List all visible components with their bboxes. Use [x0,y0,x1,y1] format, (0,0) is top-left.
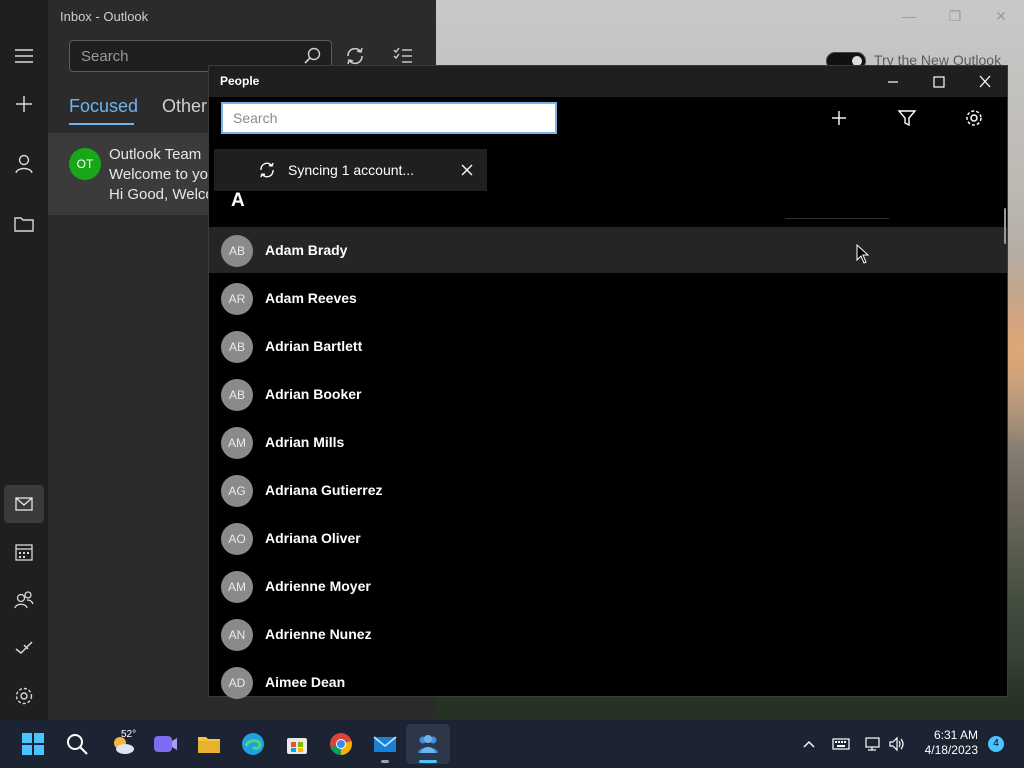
outlook-search-placeholder: Search [81,48,129,65]
avatar: OT [69,148,101,180]
teams-chat-icon[interactable] [152,731,178,757]
outlook-restore-icon[interactable]: ❐ [947,8,963,24]
start-windows-icon[interactable] [20,731,46,757]
mail-app-icon[interactable] [372,731,398,757]
filter-icon[interactable] [895,106,919,130]
edge-browser-icon[interactable] [240,731,266,757]
mouse-cursor-icon [856,244,870,264]
people-active-indicator [419,760,437,763]
contact-list-item[interactable]: AG Adriana Gutierrez [209,467,1007,513]
avatar: AM [221,571,253,603]
settings-gear-icon[interactable] [962,106,986,130]
outlook-minimize-icon[interactable]: — [901,8,917,24]
contact-list-item[interactable]: AR Adam Reeves [209,275,1007,321]
scrollbar[interactable] [1004,208,1006,244]
avatar: AB [221,235,253,267]
clock-time: 6:31 AM [933,728,978,742]
contact-name: Adrian Mills [265,434,345,450]
people-titlebar: People [209,66,1007,97]
settings-gear-icon[interactable] [12,684,36,708]
mail-icon[interactable] [12,492,36,516]
microsoft-store-icon[interactable] [284,731,310,757]
clock-date: 4/18/2023 [924,743,978,757]
search-icon[interactable] [64,731,90,757]
chevron-up-icon[interactable] [800,736,818,752]
contact-list-item[interactable]: AM Adrienne Moyer [209,563,1007,609]
message-sender: Outlook Team [109,146,202,163]
close-icon[interactable] [973,71,997,93]
avatar: AB [221,331,253,363]
contact-name: Adrienne Moyer [265,578,371,594]
contact-list-item[interactable]: AB Adam Brady [209,227,1007,273]
contact-name: Adrian Bartlett [265,338,363,354]
taskbar-clock[interactable]: 6:31 AM 4/18/2023 [912,728,978,758]
message-preview: Hi Good, Welco [109,186,214,203]
chrome-browser-icon[interactable] [328,731,354,757]
contact-name: Adrienne Nunez [265,626,372,642]
network-icon[interactable] [864,736,882,752]
contact-name: Aimee Dean [265,674,346,690]
message-subject: Welcome to yo [109,166,208,183]
section-letter-header: A [231,190,245,211]
notification-count-badge[interactable]: 4 [988,736,1004,752]
tab-other[interactable]: Other [162,96,207,117]
weather-temperature: 52° [121,729,137,740]
sync-status-text: Syncing 1 account... [288,162,415,178]
tab-focused[interactable]: Focused [69,96,138,117]
calendar-icon[interactable] [12,540,36,564]
contact-name: Adriana Gutierrez [265,482,383,498]
people-app-icon[interactable] [415,731,441,757]
account-icon[interactable] [12,152,36,176]
close-icon[interactable] [459,162,475,178]
todo-check-icon[interactable] [12,636,36,660]
contact-name: Adam Brady [265,242,348,258]
avatar: AO [221,523,253,555]
contact-list-item[interactable]: AB Adrian Bartlett [209,323,1007,369]
keyboard-icon[interactable] [832,736,850,752]
outlook-window-title: Inbox - Outlook [60,9,149,24]
contact-list-item[interactable]: AO Adriana Oliver [209,515,1007,561]
minimize-icon[interactable] [881,71,905,93]
avatar: AG [221,475,253,507]
people-window: People Search A AB Adam Brady AR Adam Reeve… [208,65,1008,699]
people-window-title: People [220,74,260,88]
people-icon[interactable] [12,588,36,612]
volume-icon[interactable] [888,736,906,752]
hamburger-menu-icon[interactable] [12,44,36,68]
maximize-icon[interactable] [927,71,951,93]
search-icon[interactable] [303,47,321,65]
select-list-icon[interactable] [392,45,414,67]
new-mail-plus-icon[interactable] [12,92,36,116]
outlook-close-icon[interactable]: ✕ [993,8,1009,24]
contact-list-item[interactable]: AB Adrian Booker [209,371,1007,417]
sync-status-toast: Syncing 1 account... [214,149,487,191]
sync-icon[interactable] [344,45,366,67]
folder-icon[interactable] [12,212,36,236]
file-explorer-icon[interactable] [196,731,222,757]
contact-list-item[interactable]: AN Adrienne Nunez [209,611,1007,657]
contact-name: Adrian Booker [265,386,362,402]
avatar: AD [221,667,253,699]
add-contact-plus-icon[interactable] [827,106,851,130]
avatar: AB [221,379,253,411]
mail-running-indicator [381,760,389,763]
contact-name: Adam Reeves [265,290,357,306]
avatar: AR [221,283,253,315]
sync-icon [260,162,274,178]
contact-list-item[interactable]: AD Aimee Dean [209,659,1007,705]
contact-list-item[interactable]: AM Adrian Mills [209,419,1007,465]
divider [785,218,889,219]
people-search-placeholder: Search [233,110,278,126]
people-search-input[interactable]: Search [221,102,557,134]
tab-focused-underline [69,123,134,125]
avatar: AM [221,427,253,459]
contact-name: Adriana Oliver [265,530,361,546]
avatar: AN [221,619,253,651]
